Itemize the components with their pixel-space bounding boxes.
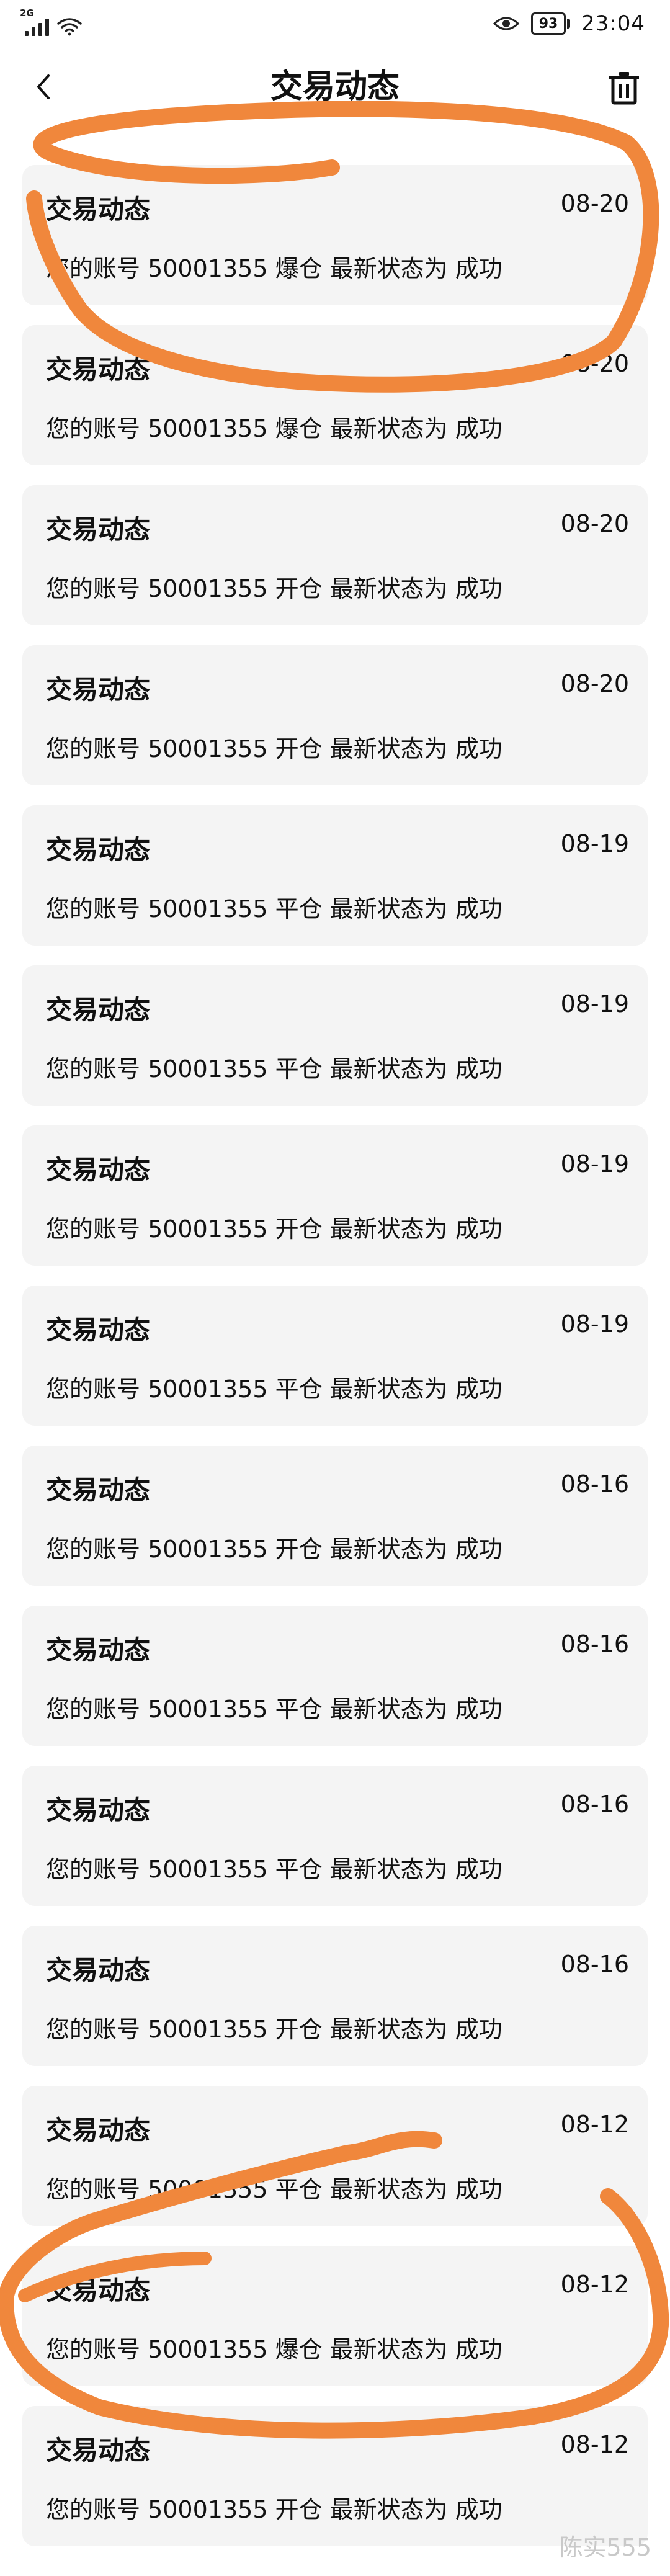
battery-icon: 93 — [531, 12, 571, 35]
notification-card[interactable]: 交易动态 08-16 您的账号 50001355 平仓 最新状态为 成功 — [22, 1766, 648, 1906]
notification-card[interactable]: 交易动态 08-16 您的账号 50001355 平仓 最新状态为 成功 — [22, 1606, 648, 1746]
notification-date: 08-16 — [560, 1791, 629, 1818]
battery-level: 93 — [531, 12, 566, 35]
status-right: 93 23:04 — [493, 6, 645, 41]
notification-date: 08-16 — [560, 1951, 629, 1978]
notification-title: 交易动态 — [46, 1315, 151, 1345]
notification-date: 08-19 — [560, 990, 629, 1017]
notification-title: 交易动态 — [46, 514, 151, 545]
notification-message: 您的账号 50001355 开仓 最新状态为 成功 — [46, 1215, 502, 1243]
notification-message: 您的账号 50001355 平仓 最新状态为 成功 — [46, 1055, 502, 1083]
top-app-bar: 交易动态 — [0, 50, 670, 124]
notification-date: 08-20 — [560, 670, 629, 697]
notification-message: 您的账号 50001355 开仓 最新状态为 成功 — [46, 1536, 502, 1563]
notification-date: 08-16 — [560, 1630, 629, 1658]
notification-title: 交易动态 — [46, 1475, 151, 1505]
notification-card[interactable]: 交易动态 08-12 您的账号 50001355 开仓 最新状态为 成功 — [22, 2406, 648, 2546]
notification-message: 您的账号 50001355 开仓 最新状态为 成功 — [46, 2496, 502, 2523]
notification-message: 您的账号 50001355 平仓 最新状态为 成功 — [46, 895, 502, 923]
notification-title: 交易动态 — [46, 2115, 151, 2145]
notification-date: 08-20 — [560, 350, 629, 377]
notification-message: 您的账号 50001355 平仓 最新状态为 成功 — [46, 2176, 502, 2203]
notification-card[interactable]: 交易动态 08-12 您的账号 50001355 平仓 最新状态为 成功 — [22, 2086, 648, 2226]
notification-card[interactable]: 交易动态 08-20 您的账号 50001355 爆仓 最新状态为 成功 — [22, 325, 648, 465]
status-time: 23:04 — [581, 11, 645, 36]
eye-icon — [493, 17, 520, 30]
battery-tip — [567, 19, 571, 29]
notification-date: 08-12 — [560, 2431, 629, 2458]
notification-card[interactable]: 交易动态 08-19 您的账号 50001355 平仓 最新状态为 成功 — [22, 965, 648, 1106]
notification-date: 08-16 — [560, 1470, 629, 1498]
notification-date: 08-20 — [560, 190, 629, 217]
notification-date: 08-19 — [560, 1310, 629, 1338]
notification-title: 交易动态 — [46, 674, 151, 705]
notification-card[interactable]: 交易动态 08-20 您的账号 50001355 开仓 最新状态为 成功 — [22, 485, 648, 625]
notification-date: 08-20 — [560, 510, 629, 537]
notification-card[interactable]: 交易动态 08-12 您的账号 50001355 爆仓 最新状态为 成功 — [22, 2246, 648, 2386]
notification-message: 您的账号 50001355 开仓 最新状态为 成功 — [46, 575, 502, 602]
delete-button[interactable] — [604, 67, 644, 107]
notification-message: 您的账号 50001355 爆仓 最新状态为 成功 — [46, 2336, 502, 2363]
notification-message: 您的账号 50001355 平仓 最新状态为 成功 — [46, 1696, 502, 1723]
notification-title: 交易动态 — [46, 2275, 151, 2305]
notification-title: 交易动态 — [46, 1955, 151, 1985]
notification-date: 08-12 — [560, 2111, 629, 2138]
notification-message: 您的账号 50001355 开仓 最新状态为 成功 — [46, 2016, 502, 2043]
notification-title: 交易动态 — [46, 194, 151, 225]
page-title: 交易动态 — [270, 68, 400, 105]
notification-date: 08-12 — [560, 2271, 629, 2298]
notification-card[interactable]: 交易动态 08-16 您的账号 50001355 开仓 最新状态为 成功 — [22, 1926, 648, 2066]
notification-title: 交易动态 — [46, 354, 151, 385]
notification-card[interactable]: 交易动态 08-20 您的账号 50001355 爆仓 最新状态为 成功 — [22, 165, 648, 305]
notification-title: 交易动态 — [46, 2435, 151, 2466]
notification-title: 交易动态 — [46, 1795, 151, 1825]
notification-title: 交易动态 — [46, 995, 151, 1025]
notification-date: 08-19 — [560, 830, 629, 857]
notification-title: 交易动态 — [46, 1635, 151, 1665]
notification-card[interactable]: 交易动态 08-19 您的账号 50001355 平仓 最新状态为 成功 — [22, 805, 648, 946]
notification-message: 您的账号 50001355 平仓 最新状态为 成功 — [46, 1375, 502, 1403]
trash-icon — [609, 72, 639, 105]
notification-title: 交易动态 — [46, 834, 151, 865]
wifi-icon — [57, 18, 82, 36]
notification-date: 08-19 — [560, 1150, 629, 1178]
watermark-text: 陈实555 — [559, 2534, 651, 2561]
notification-title: 交易动态 — [46, 1155, 151, 1185]
status-bar: 2G 93 23:04 — [0, 0, 670, 50]
network-type: 2G — [20, 7, 34, 19]
notification-card[interactable]: 交易动态 08-20 您的账号 50001355 开仓 最新状态为 成功 — [22, 645, 648, 785]
notification-message: 您的账号 50001355 爆仓 最新状态为 成功 — [46, 415, 502, 442]
signal-icon — [25, 17, 49, 36]
notification-list: 交易动态 08-20 您的账号 50001355 爆仓 最新状态为 成功 交易动态 08… — [22, 165, 648, 2566]
notification-card[interactable]: 交易动态 08-16 您的账号 50001355 开仓 最新状态为 成功 — [22, 1446, 648, 1586]
notification-message: 您的账号 50001355 开仓 最新状态为 成功 — [46, 735, 502, 763]
notification-message: 您的账号 50001355 爆仓 最新状态为 成功 — [46, 255, 502, 282]
notification-card[interactable]: 交易动态 08-19 您的账号 50001355 平仓 最新状态为 成功 — [22, 1286, 648, 1426]
notification-message: 您的账号 50001355 平仓 最新状态为 成功 — [46, 1856, 502, 1883]
status-left: 2G — [20, 7, 83, 36]
notification-card[interactable]: 交易动态 08-19 您的账号 50001355 开仓 最新状态为 成功 — [22, 1125, 648, 1266]
watermark: 陈实555 — [559, 2528, 651, 2562]
